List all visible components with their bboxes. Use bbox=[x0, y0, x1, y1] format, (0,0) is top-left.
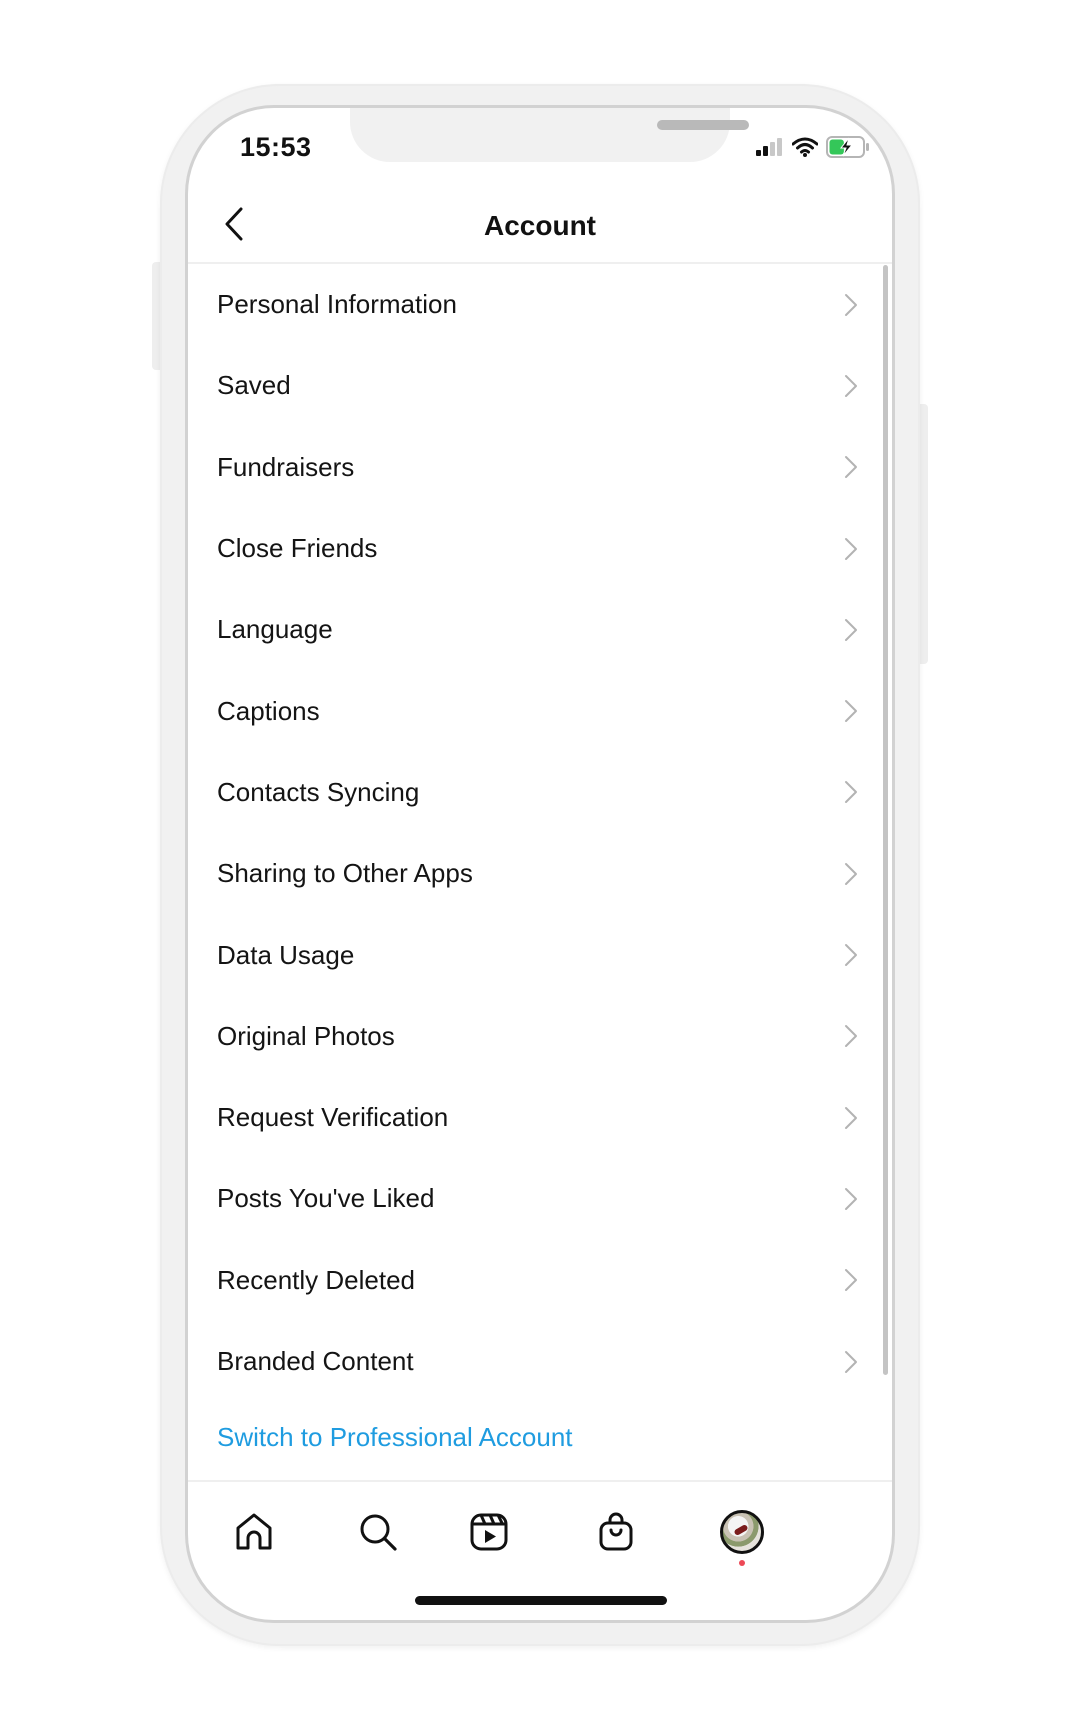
signal-icon bbox=[756, 138, 782, 156]
menu-item-label: Saved bbox=[217, 370, 291, 401]
wifi-icon bbox=[792, 137, 818, 157]
chevron-right-icon bbox=[845, 374, 857, 397]
home-icon bbox=[236, 1513, 272, 1550]
menu-item-label: Request Verification bbox=[217, 1102, 449, 1133]
tab-profile[interactable] bbox=[716, 1506, 768, 1566]
menu-item[interactable]: Recently Deleted bbox=[188, 1240, 892, 1321]
chevron-right-icon bbox=[845, 944, 857, 967]
chevron-right-icon bbox=[845, 618, 857, 641]
nav-header: Account bbox=[188, 188, 892, 264]
search-icon bbox=[360, 1514, 397, 1551]
reels-icon bbox=[470, 1513, 508, 1551]
tab-shop[interactable] bbox=[590, 1506, 642, 1558]
notification-dot bbox=[739, 1560, 745, 1566]
menu-item[interactable]: Original Photos bbox=[188, 996, 892, 1077]
chevron-right-icon bbox=[845, 537, 857, 560]
bottom-tab-bar bbox=[188, 1480, 892, 1582]
chevron-right-icon bbox=[845, 700, 857, 723]
menu-item-label: Recently Deleted bbox=[217, 1264, 415, 1295]
menu-item[interactable]: Posts You've Liked bbox=[188, 1158, 892, 1239]
menu-item[interactable]: Close Friends bbox=[188, 508, 892, 589]
menu-item[interactable]: Personal Information bbox=[188, 264, 892, 345]
menu-item-label: Captions bbox=[217, 695, 320, 726]
menu-item[interactable]: Saved bbox=[188, 345, 892, 426]
menu-item[interactable]: Branded Content bbox=[188, 1321, 892, 1402]
status-icons bbox=[756, 136, 870, 158]
chevron-right-icon bbox=[845, 1106, 857, 1129]
chevron-right-icon bbox=[845, 456, 857, 479]
chevron-right-icon bbox=[845, 781, 857, 804]
menu-item-label: Fundraisers bbox=[217, 451, 355, 482]
tab-home[interactable] bbox=[228, 1506, 280, 1558]
shopping-bag-icon bbox=[599, 1512, 633, 1551]
status-time: 15:53 bbox=[240, 132, 312, 162]
chevron-right-icon bbox=[845, 1350, 857, 1373]
menu-item-label: Language bbox=[217, 614, 333, 645]
menu-item-label: Sharing to Other Apps bbox=[217, 858, 473, 889]
menu-item-label: Close Friends bbox=[217, 533, 378, 564]
menu-item-label: Original Photos bbox=[217, 1020, 395, 1051]
notch bbox=[350, 108, 749, 162]
chevron-right-icon bbox=[845, 1025, 857, 1048]
menu-item-label: Personal Information bbox=[217, 289, 457, 320]
tab-reels[interactable] bbox=[463, 1506, 515, 1558]
chevron-right-icon bbox=[845, 862, 857, 885]
chevron-right-icon bbox=[845, 1269, 857, 1292]
account-menu-list: Personal Information Saved Fundraisers Clos… bbox=[188, 264, 892, 1402]
menu-item[interactable]: Request Verification bbox=[188, 1077, 892, 1158]
switch-to-professional-link[interactable]: Switch to Professional Account bbox=[217, 1422, 573, 1453]
menu-item-label: Posts You've Liked bbox=[217, 1183, 435, 1214]
avatar bbox=[720, 1510, 764, 1554]
menu-item[interactable]: Captions bbox=[188, 670, 892, 751]
scrollbar[interactable] bbox=[883, 265, 888, 1375]
menu-item[interactable]: Language bbox=[188, 589, 892, 670]
menu-item-label: Contacts Syncing bbox=[217, 776, 420, 807]
speaker-grille bbox=[657, 120, 749, 130]
chevron-right-icon bbox=[845, 293, 857, 316]
menu-item-label: Data Usage bbox=[217, 939, 355, 970]
page-title: Account bbox=[484, 210, 596, 241]
home-indicator bbox=[415, 1596, 667, 1605]
menu-item[interactable]: Contacts Syncing bbox=[188, 752, 892, 833]
tab-search[interactable] bbox=[352, 1506, 404, 1558]
menu-item[interactable]: Data Usage bbox=[188, 914, 892, 995]
phone-screen: 15:53 Account Personal Information Saved… bbox=[188, 108, 892, 1620]
chevron-right-icon bbox=[845, 1187, 857, 1210]
menu-item[interactable]: Sharing to Other Apps bbox=[188, 833, 892, 914]
menu-item-label: Branded Content bbox=[217, 1346, 414, 1376]
menu-item[interactable]: Fundraisers bbox=[188, 427, 892, 508]
battery-icon bbox=[826, 136, 869, 158]
